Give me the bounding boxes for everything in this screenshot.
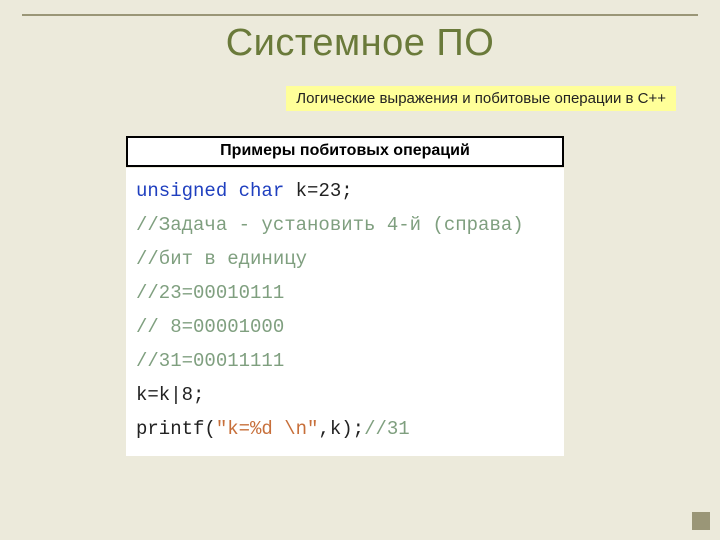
code-text: ,k);: [318, 418, 364, 440]
corner-accent: [692, 512, 710, 530]
code-keyword: char: [239, 180, 285, 202]
code-comment: //31: [364, 418, 410, 440]
code-comment: //31=00011111: [136, 350, 284, 372]
code-comment: //23=00010111: [136, 282, 284, 304]
top-rule: [22, 14, 698, 16]
code-sample: unsigned char k=23; //Задача - установит…: [126, 168, 564, 456]
code-text: k=23;: [284, 180, 352, 202]
subtitle-banner: Логические выражения и побитовые операци…: [286, 86, 676, 111]
page-title: Системное ПО: [0, 22, 720, 65]
code-comment: //Задача - установить 4-й (справа): [136, 214, 524, 236]
code-string: "k=%d \n": [216, 418, 319, 440]
section-heading: Примеры побитовых операций: [126, 136, 564, 167]
code-text: k=k|8;: [136, 384, 204, 406]
code-text: printf(: [136, 418, 216, 440]
code-comment: //бит в единицу: [136, 248, 307, 270]
code-keyword: unsigned: [136, 180, 227, 202]
code-comment: // 8=00001000: [136, 316, 284, 338]
